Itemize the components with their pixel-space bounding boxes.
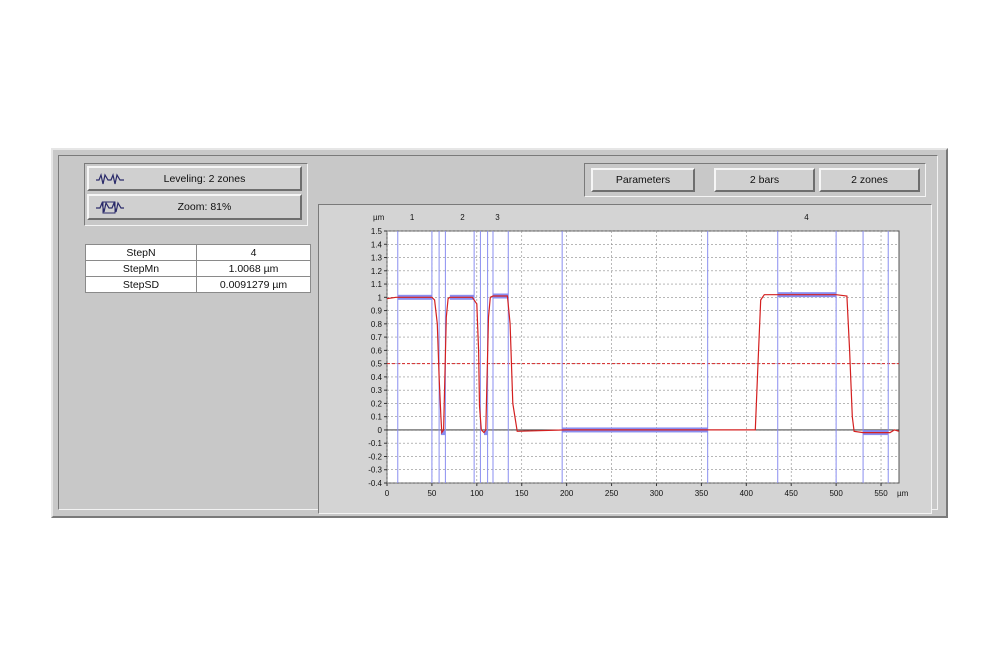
stat-value: 1.0068 µm [196,260,311,277]
zoom-wave-icon [96,200,124,214]
leveling-button-label: Leveling: 2 zones [163,172,246,185]
y-tick-label: 0.9 [371,307,383,316]
x-tick-label: 450 [785,489,799,498]
step-number-label: 4 [804,213,809,222]
y-tick-label: 1.4 [371,240,383,249]
bars-button-label: 2 bars [749,174,780,186]
plot-background [386,230,900,484]
y-tick-label: 0.1 [371,413,383,422]
step-number-label: 1 [410,213,415,222]
profile-chart[interactable]: 0 50 100 150 200 250 300 350 400 450 500 550 -0.4 -0.… [319,205,931,513]
y-axis-unit: µm [373,213,385,222]
x-tick-label: 50 [427,489,436,498]
y-tick-label: 0.6 [371,346,383,355]
x-tick-label: 150 [515,489,529,498]
y-tick-label: 0.3 [371,386,383,395]
zoom-button[interactable]: Zoom: 81% [87,194,302,220]
bars-button[interactable]: 2 bars [714,168,815,192]
table-row: StepN 4 [85,244,311,261]
y-tick-label: 0.4 [371,373,383,382]
leveling-button[interactable]: Leveling: 2 zones [87,166,302,191]
y-tick-label: 0.5 [371,360,383,369]
x-tick-label: 0 [385,489,390,498]
inner-panel: Leveling: 2 zones Zoom: 81% StepN 4 Step… [58,155,938,514]
x-tick-label: 400 [740,489,754,498]
stat-value: 0.0091279 µm [196,276,311,293]
y-tick-label: -0.3 [368,466,382,475]
y-tick-label: -0.2 [368,452,382,461]
stat-value: 4 [196,244,311,261]
y-tick-label: 0.8 [371,320,383,329]
main-panel: Leveling: 2 zones Zoom: 81% StepN 4 Step… [51,148,948,518]
stat-label: StepN [85,244,197,261]
y-tick-label: -0.1 [368,439,382,448]
y-tick-label: 1.5 [371,227,383,236]
y-tick-label: 1.3 [371,254,383,263]
step-number-label: 2 [460,213,465,222]
y-tick-label: 0 [378,426,383,435]
x-tick-label: 300 [650,489,664,498]
step-statistics-table: StepN 4 StepMn 1.0068 µm StepSD 0.009127… [85,244,311,293]
y-tick-label: 1.2 [371,267,383,276]
table-row: StepMn 1.0068 µm [85,260,311,277]
x-tick-label: 350 [695,489,709,498]
stat-label: StepMn [85,260,197,277]
stat-label: StepSD [85,276,197,293]
parameters-button-label: Parameters [615,174,671,186]
y-tick-label: 0.2 [371,399,383,408]
parameters-button[interactable]: Parameters [591,168,695,192]
profile-plot-area[interactable]: 0 50 100 150 200 250 300 350 400 450 500 550 -0.4 -0.… [318,204,932,514]
zones-button-label: 2 zones [851,174,888,186]
zones-button[interactable]: 2 zones [819,168,920,192]
x-tick-label: 250 [605,489,619,498]
step-number-label: 3 [495,213,500,222]
zoom-button-label: Zoom: 81% [177,201,232,213]
y-tick-label: 0.7 [371,333,383,342]
x-tick-label: 550 [874,489,888,498]
y-tick-label: -0.4 [368,479,382,488]
x-tick-label: 200 [560,489,574,498]
y-tick-label: 1.1 [371,280,383,289]
x-tick-label: 100 [470,489,484,498]
leveling-wave-icon [96,172,124,185]
y-tick-label: 1 [378,293,383,302]
table-row: StepSD 0.0091279 µm [85,276,311,293]
x-tick-label: 500 [829,489,843,498]
x-axis-unit: µm [897,489,909,498]
